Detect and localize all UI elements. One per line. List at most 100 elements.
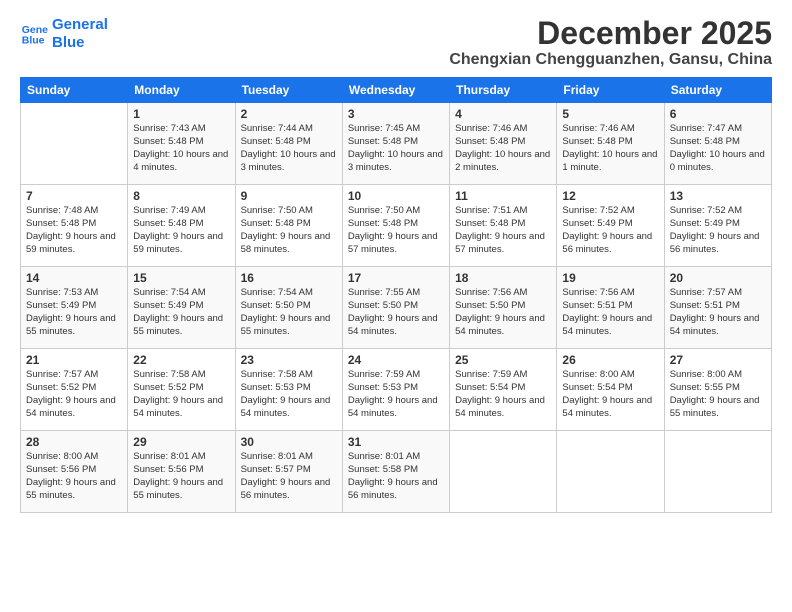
day-info: Sunrise: 7:46 AMSunset: 5:48 PMDaylight:… bbox=[562, 123, 658, 174]
col-friday: Friday bbox=[557, 78, 664, 103]
day-cell: 28Sunrise: 8:00 AMSunset: 5:56 PMDayligh… bbox=[21, 431, 128, 513]
day-number: 26 bbox=[562, 353, 658, 367]
day-cell: 5 Sunrise: 7:46 AMSunset: 5:48 PMDaylight… bbox=[557, 103, 664, 185]
day-number: 27 bbox=[670, 353, 766, 367]
day-number: 11 bbox=[455, 189, 551, 203]
day-info: Sunrise: 8:01 AMSunset: 5:58 PMDaylight:… bbox=[348, 451, 444, 502]
day-cell: 27 Sunrise: 8:00 AMSunset: 5:55 PMDayligh… bbox=[664, 349, 771, 431]
day-info: Sunrise: 7:57 AMSunset: 5:51 PMDaylight:… bbox=[670, 287, 766, 338]
day-number: 2 bbox=[241, 107, 337, 121]
col-thursday: Thursday bbox=[450, 78, 557, 103]
day-cell: 22Sunrise: 7:58 AMSunset: 5:52 PMDayligh… bbox=[128, 349, 235, 431]
day-number: 9 bbox=[241, 189, 337, 203]
day-number: 25 bbox=[455, 353, 551, 367]
day-cell: 13Sunrise: 7:52 AMSunset: 5:49 PMDayligh… bbox=[664, 185, 771, 267]
day-number: 24 bbox=[348, 353, 444, 367]
day-number: 5 bbox=[562, 107, 658, 121]
day-cell: 12Sunrise: 7:52 AMSunset: 5:49 PMDayligh… bbox=[557, 185, 664, 267]
day-info: Sunrise: 7:56 AMSunset: 5:50 PMDaylight:… bbox=[455, 287, 551, 338]
week-row-2: 14 Sunrise: 7:53 AMSunset: 5:49 PMDayligh… bbox=[21, 267, 772, 349]
col-saturday: Saturday bbox=[664, 78, 771, 103]
day-info: Sunrise: 8:00 AMSunset: 5:55 PMDaylight:… bbox=[670, 369, 766, 420]
day-info: Sunrise: 7:52 AMSunset: 5:49 PMDaylight:… bbox=[670, 205, 766, 256]
day-cell: 25 Sunrise: 7:59 AMSunset: 5:54 PMDayligh… bbox=[450, 349, 557, 431]
day-cell: 16 Sunrise: 7:54 AMSunset: 5:50 PMDayligh… bbox=[235, 267, 342, 349]
day-number: 23 bbox=[241, 353, 337, 367]
day-number: 22 bbox=[133, 353, 229, 367]
day-cell: 3Sunrise: 7:45 AMSunset: 5:48 PMDaylight… bbox=[342, 103, 449, 185]
day-number: 28 bbox=[26, 435, 122, 449]
day-info: Sunrise: 7:59 AMSunset: 5:53 PMDaylight:… bbox=[348, 369, 444, 420]
day-number: 6 bbox=[670, 107, 766, 121]
day-info: Sunrise: 7:54 AMSunset: 5:50 PMDaylight:… bbox=[241, 287, 337, 338]
day-info: Sunrise: 7:53 AMSunset: 5:49 PMDaylight:… bbox=[26, 287, 122, 338]
day-number: 1 bbox=[133, 107, 229, 121]
day-cell: 1 Sunrise: 7:43 AMSunset: 5:48 PMDaylight… bbox=[128, 103, 235, 185]
location-title: Chengxian Chengguanzhen, Gansu, China bbox=[449, 51, 772, 69]
day-info: Sunrise: 7:59 AMSunset: 5:54 PMDaylight:… bbox=[455, 369, 551, 420]
day-info: Sunrise: 7:47 AMSunset: 5:48 PMDaylight:… bbox=[670, 123, 766, 174]
col-sunday: Sunday bbox=[21, 78, 128, 103]
day-cell: 20 Sunrise: 7:57 AMSunset: 5:51 PMDayligh… bbox=[664, 267, 771, 349]
day-cell: 15 Sunrise: 7:54 AMSunset: 5:49 PMDayligh… bbox=[128, 267, 235, 349]
day-number: 30 bbox=[241, 435, 337, 449]
day-cell: 18 Sunrise: 7:56 AMSunset: 5:50 PMDayligh… bbox=[450, 267, 557, 349]
day-cell: 23Sunrise: 7:58 AMSunset: 5:53 PMDayligh… bbox=[235, 349, 342, 431]
day-cell bbox=[21, 103, 128, 185]
day-number: 16 bbox=[241, 271, 337, 285]
day-number: 20 bbox=[670, 271, 766, 285]
week-row-0: 1 Sunrise: 7:43 AMSunset: 5:48 PMDaylight… bbox=[21, 103, 772, 185]
day-info: Sunrise: 8:00 AMSunset: 5:54 PMDaylight:… bbox=[562, 369, 658, 420]
day-number: 10 bbox=[348, 189, 444, 203]
header-row: Sunday Monday Tuesday Wednesday Thursday… bbox=[21, 78, 772, 103]
day-cell: 7 Sunrise: 7:48 AMSunset: 5:48 PMDaylight… bbox=[21, 185, 128, 267]
day-info: Sunrise: 7:43 AMSunset: 5:48 PMDaylight:… bbox=[133, 123, 229, 174]
day-info: Sunrise: 7:52 AMSunset: 5:49 PMDaylight:… bbox=[562, 205, 658, 256]
day-number: 8 bbox=[133, 189, 229, 203]
day-cell: 19 Sunrise: 7:56 AMSunset: 5:51 PMDayligh… bbox=[557, 267, 664, 349]
day-number: 7 bbox=[26, 189, 122, 203]
logo: General Blue GeneralBlue bbox=[20, 16, 108, 52]
day-info: Sunrise: 7:46 AMSunset: 5:48 PMDaylight:… bbox=[455, 123, 551, 174]
day-cell bbox=[450, 431, 557, 513]
day-cell: 8 Sunrise: 7:49 AMSunset: 5:48 PMDaylight… bbox=[128, 185, 235, 267]
day-info: Sunrise: 7:54 AMSunset: 5:49 PMDaylight:… bbox=[133, 287, 229, 338]
month-title: December 2025 bbox=[449, 16, 772, 51]
day-number: 14 bbox=[26, 271, 122, 285]
svg-text:Blue: Blue bbox=[22, 35, 45, 47]
day-cell: 26 Sunrise: 8:00 AMSunset: 5:54 PMDayligh… bbox=[557, 349, 664, 431]
day-number: 18 bbox=[455, 271, 551, 285]
col-tuesday: Tuesday bbox=[235, 78, 342, 103]
header: General Blue GeneralBlue December 2025 C… bbox=[20, 16, 772, 69]
day-cell: 29Sunrise: 8:01 AMSunset: 5:56 PMDayligh… bbox=[128, 431, 235, 513]
day-cell: 11 Sunrise: 7:51 AMSunset: 5:48 PMDayligh… bbox=[450, 185, 557, 267]
day-cell bbox=[557, 431, 664, 513]
day-cell bbox=[664, 431, 771, 513]
day-number: 31 bbox=[348, 435, 444, 449]
week-row-1: 7 Sunrise: 7:48 AMSunset: 5:48 PMDaylight… bbox=[21, 185, 772, 267]
day-info: Sunrise: 7:55 AMSunset: 5:50 PMDaylight:… bbox=[348, 287, 444, 338]
col-monday: Monday bbox=[128, 78, 235, 103]
calendar-page: General Blue GeneralBlue December 2025 C… bbox=[0, 0, 792, 612]
day-info: Sunrise: 7:50 AMSunset: 5:48 PMDaylight:… bbox=[348, 205, 444, 256]
day-info: Sunrise: 7:57 AMSunset: 5:52 PMDaylight:… bbox=[26, 369, 122, 420]
day-info: Sunrise: 7:51 AMSunset: 5:48 PMDaylight:… bbox=[455, 205, 551, 256]
day-info: Sunrise: 7:49 AMSunset: 5:48 PMDaylight:… bbox=[133, 205, 229, 256]
col-wednesday: Wednesday bbox=[342, 78, 449, 103]
day-info: Sunrise: 7:56 AMSunset: 5:51 PMDaylight:… bbox=[562, 287, 658, 338]
day-cell: 30 Sunrise: 8:01 AMSunset: 5:57 PMDayligh… bbox=[235, 431, 342, 513]
calendar-table: Sunday Monday Tuesday Wednesday Thursday… bbox=[20, 77, 772, 513]
logo-text: GeneralBlue bbox=[52, 16, 108, 52]
day-info: Sunrise: 7:48 AMSunset: 5:48 PMDaylight:… bbox=[26, 205, 122, 256]
day-info: Sunrise: 8:01 AMSunset: 5:57 PMDaylight:… bbox=[241, 451, 337, 502]
day-cell: 17Sunrise: 7:55 AMSunset: 5:50 PMDayligh… bbox=[342, 267, 449, 349]
day-cell: 31 Sunrise: 8:01 AMSunset: 5:58 PMDayligh… bbox=[342, 431, 449, 513]
day-cell: 6 Sunrise: 7:47 AMSunset: 5:48 PMDaylight… bbox=[664, 103, 771, 185]
day-number: 4 bbox=[455, 107, 551, 121]
day-number: 19 bbox=[562, 271, 658, 285]
day-info: Sunrise: 7:45 AMSunset: 5:48 PMDaylight:… bbox=[348, 123, 444, 174]
day-info: Sunrise: 8:01 AMSunset: 5:56 PMDaylight:… bbox=[133, 451, 229, 502]
week-row-4: 28Sunrise: 8:00 AMSunset: 5:56 PMDayligh… bbox=[21, 431, 772, 513]
day-cell: 21Sunrise: 7:57 AMSunset: 5:52 PMDayligh… bbox=[21, 349, 128, 431]
day-number: 15 bbox=[133, 271, 229, 285]
